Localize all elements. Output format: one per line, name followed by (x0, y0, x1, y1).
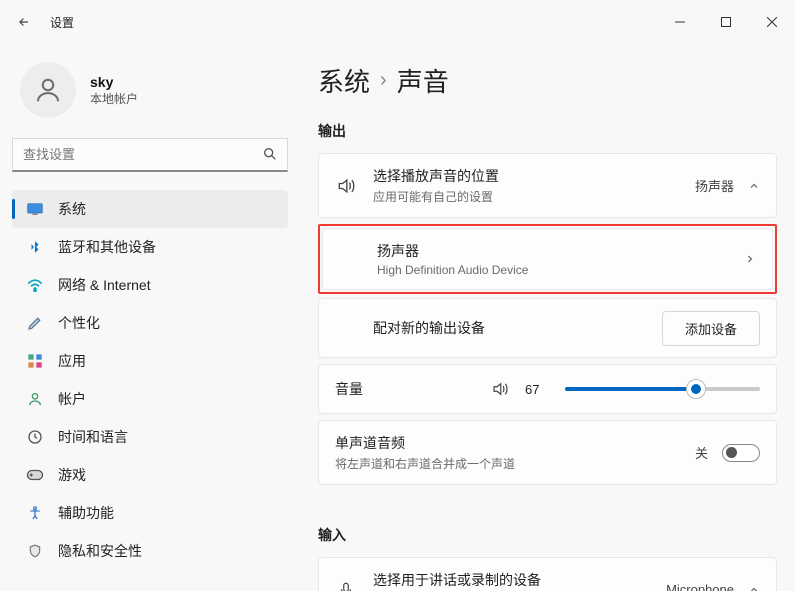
accessibility-icon (26, 504, 44, 522)
sidebar-item-label: 应用 (58, 351, 86, 371)
system-icon (26, 200, 44, 218)
mono-sub: 将左声道和右声道合并成一个声道 (335, 455, 679, 472)
sidebar-item-system[interactable]: 系统 (12, 190, 288, 228)
mono-title: 单声道音频 (335, 433, 679, 453)
input-selector-value: Microphone (666, 582, 734, 591)
sidebar-item-privacy[interactable]: 隐私和安全性 (12, 532, 288, 570)
gaming-icon (26, 466, 44, 484)
chevron-up-icon (748, 180, 760, 192)
output-selector-title: 选择播放声音的位置 (373, 166, 679, 186)
speaker-device-item[interactable]: 扬声器 High Definition Audio Device (322, 228, 773, 290)
highlighted-region: 扬声器 High Definition Audio Device (318, 224, 777, 294)
personalize-icon (26, 314, 44, 332)
chevron-right-icon: › (380, 69, 387, 92)
search-input[interactable] (12, 138, 288, 172)
volume-icon[interactable] (491, 380, 509, 398)
sidebar-item-accessibility[interactable]: 辅助功能 (12, 494, 288, 532)
network-icon (26, 276, 44, 294)
sidebar-item-accounts[interactable]: 帐户 (12, 380, 288, 418)
pair-output-device: 配对新的输出设备 添加设备 (318, 298, 777, 358)
mono-state: 关 (695, 443, 708, 462)
sidebar-item-label: 网络 & Internet (58, 275, 151, 295)
breadcrumb-current: 声音 (397, 62, 449, 99)
user-subtitle: 本地帐户 (90, 90, 138, 107)
sidebar-item-gaming[interactable]: 游戏 (12, 456, 288, 494)
chevron-up-icon (748, 584, 760, 591)
apps-icon (26, 352, 44, 370)
mono-audio-card[interactable]: 单声道音频 将左声道和右声道合并成一个声道 关 (318, 420, 777, 485)
main-content: 系统 › 声音 输出 选择播放声音的位置 应用可能有自己的设置 扬声器 (300, 44, 795, 591)
pair-label: 配对新的输出设备 (373, 318, 662, 338)
section-output-label: 输出 (318, 121, 777, 141)
maximize-button[interactable] (703, 6, 749, 38)
sidebar-item-label: 隐私和安全性 (58, 541, 142, 561)
nav-list: 系统蓝牙和其他设备网络 & Internet 个性化应用帐户时间和语言游戏辅助功能… (12, 190, 288, 570)
input-selector-title: 选择用于讲话或录制的设备 (373, 570, 650, 590)
speaker-sub: High Definition Audio Device (377, 263, 728, 277)
privacy-icon (26, 542, 44, 560)
sidebar-item-network[interactable]: 网络 & Internet (12, 266, 288, 304)
close-button[interactable] (749, 6, 795, 38)
sidebar-item-bluetooth[interactable]: 蓝牙和其他设备 (12, 228, 288, 266)
window-controls (657, 6, 795, 38)
output-selector-sub: 应用可能有自己的设置 (373, 188, 679, 205)
speaker-title: 扬声器 (377, 241, 728, 261)
sidebar-item-label: 帐户 (58, 389, 86, 409)
sidebar-item-label: 系统 (58, 199, 86, 219)
search-icon (262, 146, 278, 162)
breadcrumb: 系统 › 声音 (318, 62, 777, 99)
avatar-icon (20, 62, 76, 118)
titlebar: 设置 (0, 0, 795, 44)
window-title: 设置 (50, 14, 74, 31)
speaker-icon (335, 176, 357, 196)
sidebar-item-time[interactable]: 时间和语言 (12, 418, 288, 456)
volume-card: 音量 67 (318, 364, 777, 414)
output-selector-value: 扬声器 (695, 176, 734, 195)
add-device-button[interactable]: 添加设备 (662, 311, 760, 346)
section-input-label: 输入 (318, 525, 777, 545)
sidebar-item-personalize[interactable]: 个性化 (12, 304, 288, 342)
minimize-button[interactable] (657, 6, 703, 38)
sidebar-item-label: 个性化 (58, 313, 100, 333)
input-device-selector[interactable]: 选择用于讲话或录制的设备 应用可能有自己的设置 Microphone (318, 557, 777, 591)
sidebar-item-apps[interactable]: 应用 (12, 342, 288, 380)
volume-slider[interactable] (565, 387, 760, 391)
search-box[interactable] (12, 138, 288, 172)
user-name: sky (90, 74, 138, 90)
sidebar: sky 本地帐户 系统蓝牙和其他设备网络 & Internet 个性化应用帐户时间… (0, 44, 300, 591)
chevron-right-icon (744, 253, 756, 265)
time-icon (26, 428, 44, 446)
volume-value: 67 (525, 382, 549, 397)
sidebar-item-label: 辅助功能 (58, 503, 114, 523)
output-device-selector[interactable]: 选择播放声音的位置 应用可能有自己的设置 扬声器 (318, 153, 777, 218)
bluetooth-icon (26, 238, 44, 256)
accounts-icon (26, 390, 44, 408)
mono-toggle[interactable] (722, 444, 760, 462)
sidebar-item-label: 游戏 (58, 465, 86, 485)
user-account[interactable]: sky 本地帐户 (12, 54, 288, 138)
sidebar-item-label: 蓝牙和其他设备 (58, 237, 156, 257)
breadcrumb-root[interactable]: 系统 (318, 62, 370, 99)
back-button[interactable] (14, 12, 34, 32)
sidebar-item-label: 时间和语言 (58, 427, 128, 447)
volume-label: 音量 (335, 379, 475, 399)
microphone-icon (335, 581, 357, 591)
